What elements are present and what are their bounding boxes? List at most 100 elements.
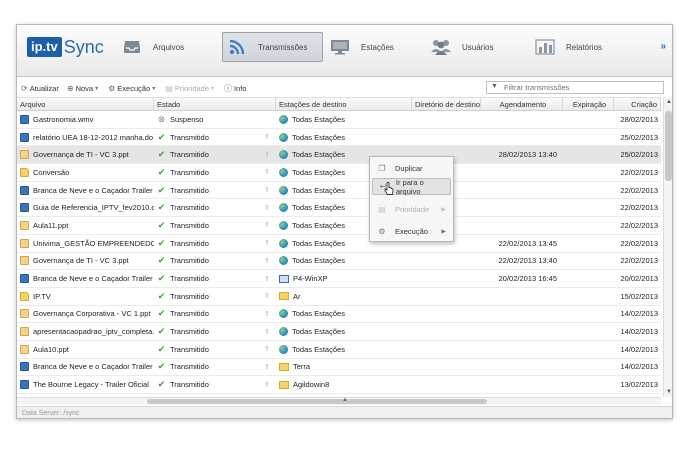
- table-row[interactable]: Conversão ✔ Transmitido ⇑ Todas Estações…: [17, 164, 661, 182]
- cell-agendamento: [481, 164, 563, 181]
- nav-item-usuarios[interactable]: Usuários: [430, 32, 494, 62]
- cell-arquivo: relatório UEA 18-12-2012 manha.do: [17, 129, 154, 146]
- new-button[interactable]: ⊕ Nova ▾: [67, 84, 100, 93]
- table-row[interactable]: Aula10.ppt ✔ Transmitido ⇑ Todas Estaçõe…: [17, 341, 661, 359]
- table-row[interactable]: IP.TV ✔ Transmitido ⇑ Ar 15/02/2013: [17, 288, 661, 306]
- status-text: Transmitido: [170, 150, 209, 160]
- cell-expiracao: [563, 217, 614, 234]
- checkmark-icon: ✔: [157, 361, 166, 372]
- video-file-icon: [20, 132, 29, 142]
- table-header: Arquivo Estado Estações de destino Diret…: [17, 97, 661, 111]
- cell-criacao: 22/02/2013: [620, 167, 658, 177]
- cell-arquivo: Univima_GESTÃO EMPREENDEDOR: [17, 235, 154, 252]
- destination-name: Terra: [293, 362, 311, 372]
- table-row[interactable]: The Bourne Legacy - Trailer Oficial ✔ Tr…: [17, 376, 661, 394]
- priority-up-icon: ⇑: [264, 222, 270, 230]
- column-header-diretorio[interactable]: Diretório de destino: [412, 98, 481, 110]
- cell-agendamento: [481, 111, 563, 128]
- menu-item-execucao[interactable]: ⚙ Execução ▶: [372, 223, 451, 240]
- nav-item-estacoes[interactable]: Estações: [329, 32, 394, 62]
- horizontal-scrollbar[interactable]: ▲: [17, 397, 661, 405]
- column-header-estado[interactable]: Estado: [154, 98, 276, 110]
- table-row[interactable]: Governança Corporativa - VC 1.ppt ✔ Tran…: [17, 306, 661, 324]
- file-name: Aula11.ppt: [33, 220, 69, 230]
- bar-chart-icon: [534, 38, 556, 56]
- cell-expiracao: [563, 341, 614, 358]
- checkmark-icon: ✔: [157, 308, 166, 319]
- execution-button[interactable]: ⚙ Execução ▾: [108, 84, 157, 93]
- table-row[interactable]: Branca de Neve e o Caçador Trailer ✔ Tra…: [17, 270, 661, 288]
- cell-criacao: 22/02/2013: [620, 220, 658, 230]
- cell-arquivo: apresentacaopadrao_iptv_completa.: [17, 323, 154, 340]
- menu-item-duplicar[interactable]: ❐ Duplicar: [372, 160, 451, 177]
- video-file-icon: [20, 274, 29, 284]
- table-row[interactable]: Gastronomia.wmv ⊗ Suspenso Todas Estaçõe…: [17, 111, 661, 129]
- scroll-up-icon[interactable]: ▲: [664, 97, 672, 107]
- grip-icon[interactable]: ▲: [342, 397, 348, 403]
- toolbar: ⟳ Atualizar ⊕ Nova ▾ ⚙ Execução ▾ ▤ Prio…: [17, 80, 672, 96]
- column-header-estacoes[interactable]: Estações de destino: [276, 98, 412, 110]
- refresh-button[interactable]: ⟳ Atualizar: [21, 84, 59, 93]
- table-row[interactable]: Governança de TI - VC 3.ppt ✔ Transmitid…: [17, 146, 661, 165]
- menu-item-prioridade[interactable]: ▤ Prioridade ▶: [372, 201, 451, 218]
- column-header-agendamento[interactable]: Agendamento: [481, 98, 563, 110]
- new-label: Nova: [75, 83, 94, 93]
- priority-up-icon: ⇑: [264, 169, 270, 177]
- hand-cursor-icon: [384, 182, 394, 195]
- scroll-thumb[interactable]: [665, 111, 672, 181]
- nav-item-relatorios[interactable]: Relatórios: [534, 32, 602, 62]
- inbox-icon: [121, 38, 143, 56]
- column-header-expiracao[interactable]: Expiração: [563, 98, 614, 110]
- presentation-file-icon: [20, 150, 29, 160]
- table-row[interactable]: apresentacaopadrao_iptv_completa. ✔ Tran…: [17, 323, 661, 341]
- cell-expiracao: [563, 182, 614, 199]
- checkmark-icon: ✔: [157, 343, 166, 354]
- hscroll-thumb[interactable]: [147, 399, 487, 404]
- nav-item-transmissoes[interactable]: Transmissões: [222, 32, 323, 62]
- status-text: Transmitido: [170, 291, 209, 301]
- destination-name: Todas Estações: [292, 327, 345, 337]
- table-row[interactable]: Branca de Neve e o Caçador Trailer ✔ Tra…: [17, 182, 661, 200]
- cell-agendamento: [481, 306, 563, 323]
- destination-name: Todas Estações: [292, 256, 345, 266]
- scroll-down-icon[interactable]: ▼: [664, 387, 672, 397]
- cell-arquivo: Branca de Neve e o Caçador Trailer: [17, 270, 154, 287]
- cell-arquivo: Guia de Referencia_IPTV_fev2010.d: [17, 199, 154, 216]
- table-row[interactable]: relatório UEA 18-12-2012 manha.do ✔ Tran…: [17, 129, 661, 147]
- priority-up-icon: ⇑: [264, 134, 270, 142]
- status-text: Transmitido: [170, 203, 209, 213]
- table-row[interactable]: Aula11.ppt ✔ Transmitido ⇑ Todas Estaçõe…: [17, 217, 661, 235]
- status-text: Transmitido: [170, 380, 209, 390]
- nav-label-relatorios: Relatórios: [566, 42, 603, 52]
- destination-name: Todas Estações: [292, 185, 345, 195]
- nav-more-button[interactable]: »: [660, 41, 666, 52]
- table-row[interactable]: Univima_GESTÃO EMPREENDEDOR ✔ Transmitid…: [17, 235, 661, 253]
- priority-label: Prioridade: [174, 83, 209, 93]
- destination-name: Todas Estações: [292, 150, 345, 160]
- nav-item-arquivos[interactable]: Arquivos: [121, 32, 184, 62]
- presentation-file-icon: [20, 238, 29, 248]
- globe-icon: [279, 150, 288, 160]
- folder-icon: [279, 362, 289, 371]
- filter-field[interactable]: ▼: [486, 81, 664, 94]
- cell-diretorio: [412, 341, 481, 358]
- file-name: Governança Corporativa - VC 1.ppt: [33, 309, 151, 319]
- cell-diretorio: [412, 270, 481, 287]
- cell-expiracao: [563, 359, 614, 376]
- vertical-scrollbar[interactable]: ▲ ▼: [663, 97, 672, 397]
- menu-label-duplicar: Duplicar: [395, 164, 423, 173]
- table-row[interactable]: Branca de Neve e o Caçador Trailer ✔ Tra…: [17, 359, 661, 377]
- priority-up-icon: ⇑: [264, 346, 270, 354]
- table-row[interactable]: Governança de TI - VC 3.ppt ✔ Transmitid…: [17, 253, 661, 271]
- video-file-icon: [20, 362, 29, 372]
- table-row[interactable]: Guia de Referencia_IPTV_fev2010.d ✔ Tran…: [17, 199, 661, 218]
- nav-label-estacoes: Estações: [361, 42, 394, 52]
- filter-input[interactable]: [504, 83, 654, 92]
- info-button[interactable]: ⓘ Info: [224, 83, 247, 94]
- column-header-arquivo[interactable]: Arquivo: [17, 98, 154, 110]
- cell-criacao: 14/02/2013: [620, 309, 658, 319]
- column-header-criacao[interactable]: Criação: [614, 98, 661, 110]
- priority-button[interactable]: ▤ Prioridade ▾: [165, 84, 216, 93]
- cell-expiracao: [563, 199, 614, 216]
- cell-criacao: 15/02/2013: [620, 291, 658, 301]
